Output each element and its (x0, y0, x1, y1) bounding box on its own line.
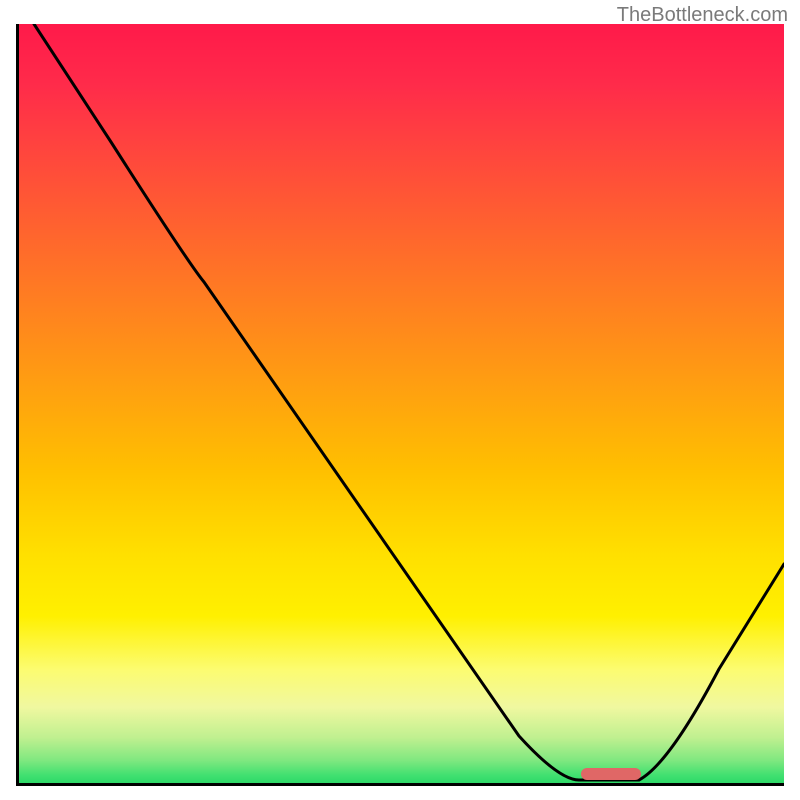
optimal-zone-marker (581, 768, 641, 780)
bottleneck-curve-path (34, 24, 784, 780)
chart-curve-svg (19, 24, 784, 783)
chart-plot-area (16, 24, 784, 786)
watermark-text: TheBottleneck.com (617, 4, 788, 27)
